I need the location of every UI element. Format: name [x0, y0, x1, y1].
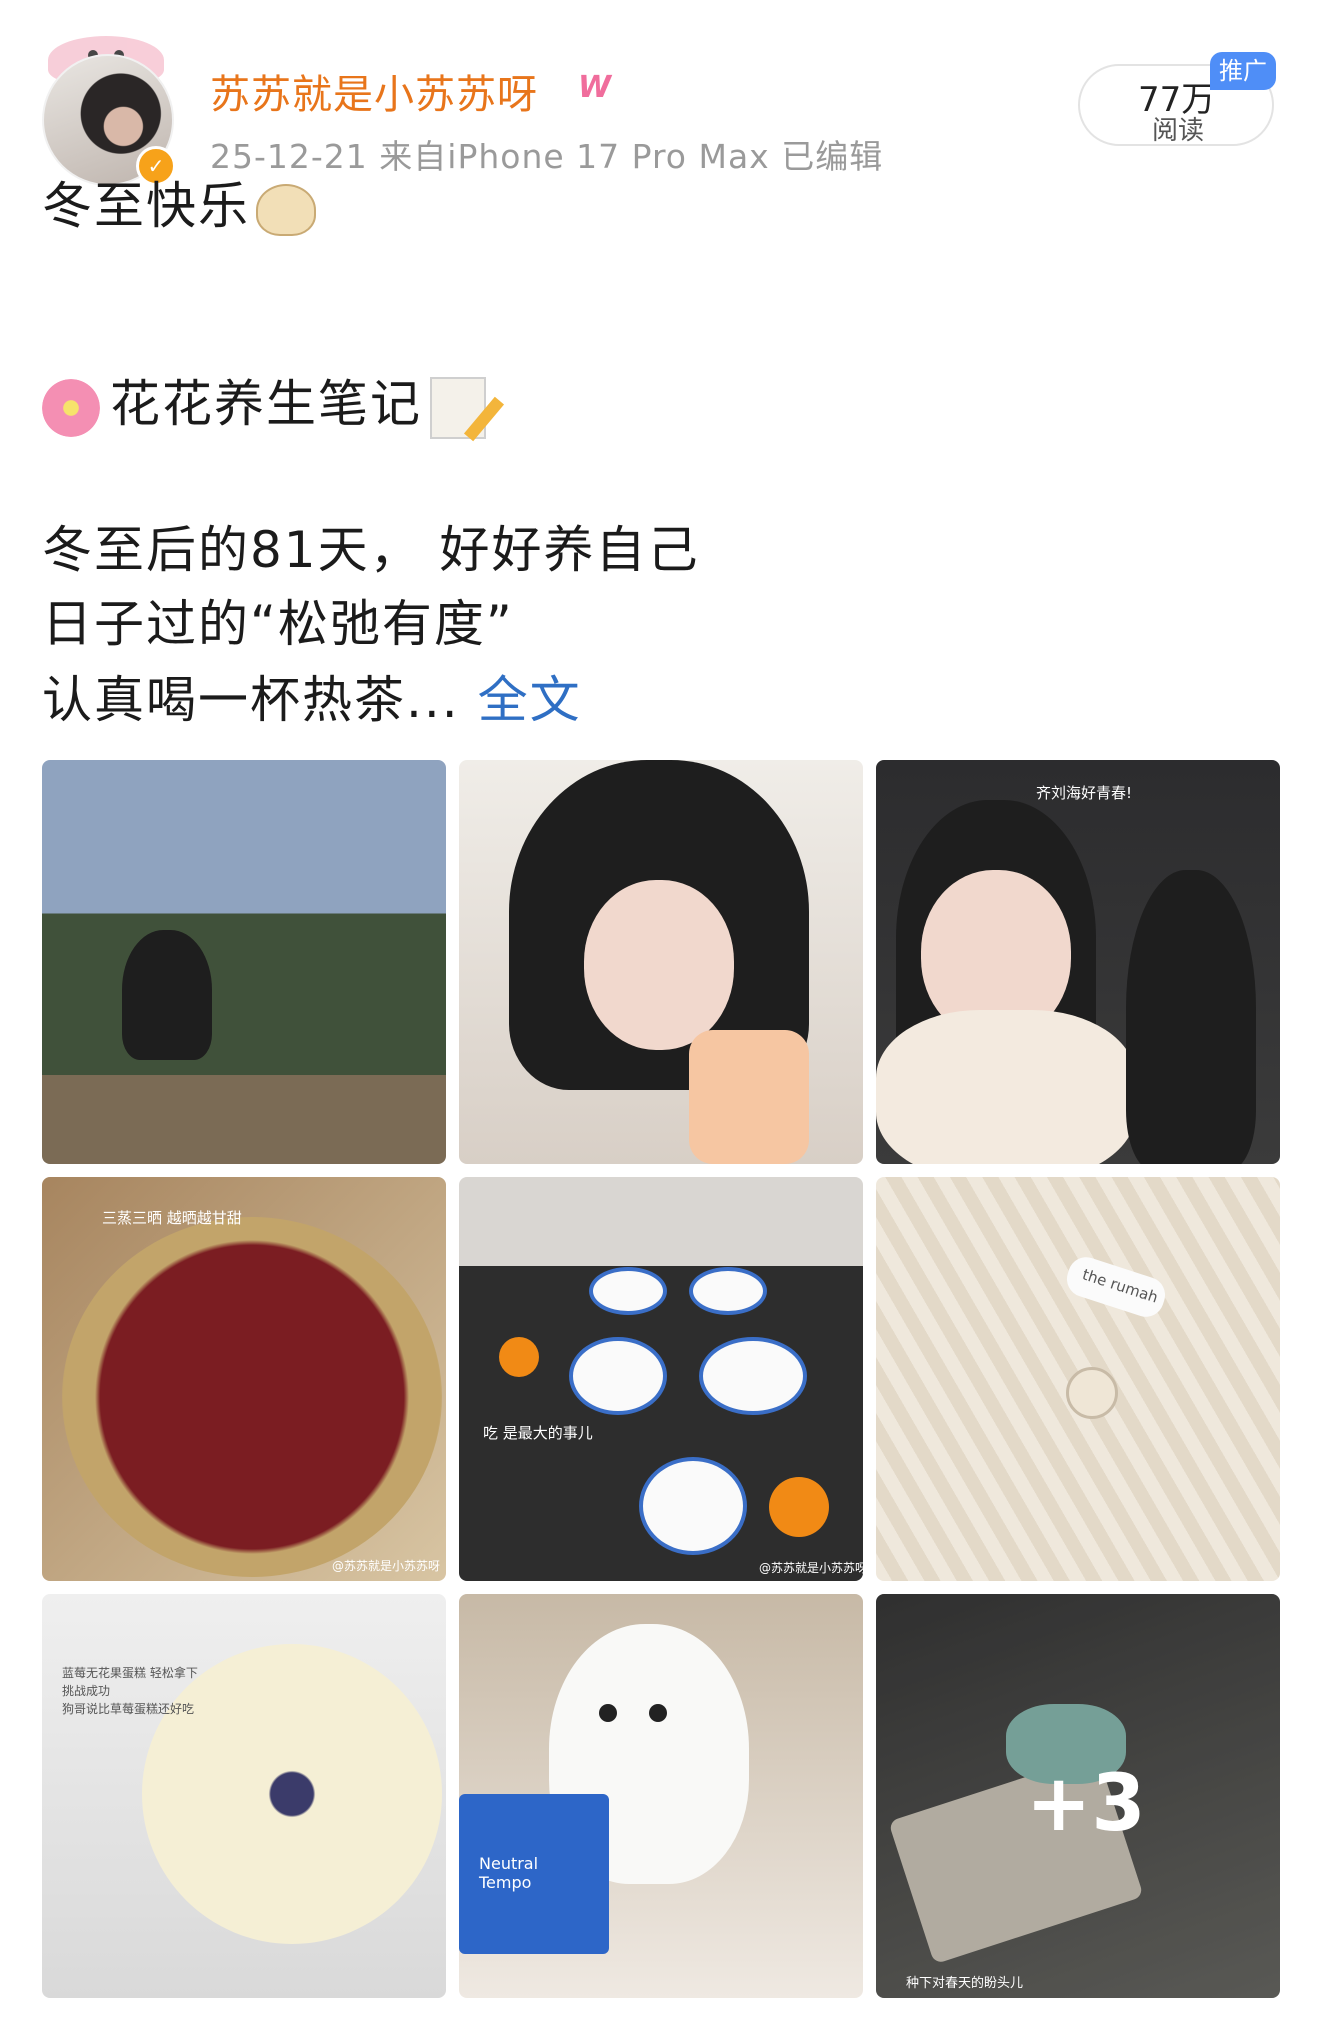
vip-badge-icon: W [578, 70, 612, 105]
image-grid: 齐刘海好青春! 三蒸三晒 越晒越甘甜 @苏苏就是小苏苏呀 吃 是最大的事儿 @苏… [42, 760, 1280, 2000]
post-line-5: 认真喝一杯热茶... 全文 [42, 671, 582, 729]
plate [699, 1337, 807, 1415]
avatar[interactable]: ✓ [42, 36, 176, 186]
caption: 齐刘海好青春! [1036, 784, 1133, 802]
dumpling-emoji-icon [256, 183, 316, 236]
image-fig-cake[interactable]: 蓝莓无花果蛋糕 轻松拿下 挑战成功 狗哥说比草莓蛋糕还好吃 [42, 1594, 446, 1998]
full-text-link[interactable]: 全文 [478, 671, 582, 729]
orange [769, 1477, 829, 1537]
plate [689, 1267, 767, 1315]
image-mirror-selfie[interactable] [459, 760, 863, 1164]
image-planting-bulbs[interactable]: +3 种下对春天的盼头儿 [876, 1594, 1280, 1998]
phone [689, 1030, 809, 1164]
driver [1126, 870, 1256, 1164]
post-line-3: 冬至后的81天， 好好养自己 [42, 521, 700, 579]
watermark: @苏苏就是小苏苏呀 [332, 1559, 441, 1573]
more-images-count[interactable]: +3 [1026, 1759, 1146, 1849]
watermark: @苏苏就是小苏苏呀 [759, 1561, 863, 1575]
button [1066, 1367, 1118, 1419]
caption: 种下对春天的盼头儿 [906, 1976, 1024, 1991]
person-on-bench [122, 930, 212, 1060]
plate [569, 1337, 667, 1415]
dog-eye [649, 1704, 667, 1722]
image-red-dates[interactable]: 三蒸三晒 越晒越甘甜 @苏苏就是小苏苏呀 [42, 1177, 446, 1581]
caption: 三蒸三晒 越晒越甘甜 [102, 1209, 242, 1227]
image-dinner-table[interactable]: 吃 是最大的事儿 @苏苏就是小苏苏呀 [459, 1177, 863, 1581]
tissue-brand: Neutral Tempo [479, 1854, 539, 1892]
memo-emoji-icon [430, 376, 486, 439]
face [584, 880, 734, 1050]
cherry-blossom-emoji-icon [42, 378, 100, 437]
image-knit-cardigan[interactable]: the rumah [876, 1177, 1280, 1581]
promoted-badge: 推广 [1210, 52, 1276, 90]
post-line-4: 日子过的“松弛有度” [42, 595, 514, 653]
dates-basket [62, 1217, 442, 1577]
dog-eye [599, 1704, 617, 1722]
caption: 蓝莓无花果蛋糕 轻松拿下 挑战成功 狗哥说比草莓蛋糕还好吃 [62, 1666, 198, 1716]
read-count-label: 阅读 [1152, 116, 1205, 146]
username[interactable]: 苏苏就是小苏苏呀 [210, 62, 538, 120]
image-white-dog[interactable]: Neutral Tempo [459, 1594, 863, 1998]
post-line-1: 冬至快乐 [42, 166, 316, 238]
fur-collar [876, 1010, 1136, 1164]
caption: 吃 是最大的事儿 [483, 1424, 593, 1442]
post-line-2: 花花养生笔记 [42, 364, 486, 439]
plate [589, 1267, 667, 1315]
plate [639, 1457, 747, 1555]
orange [499, 1337, 539, 1377]
image-park-bench[interactable] [42, 760, 446, 1164]
image-car-selfie[interactable]: 齐刘海好青春! [876, 760, 1280, 1164]
